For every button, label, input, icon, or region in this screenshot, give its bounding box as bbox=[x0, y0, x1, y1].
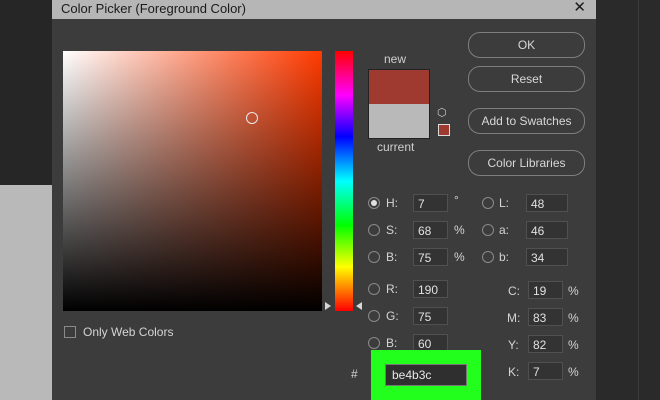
lightness-input[interactable]: 48 bbox=[526, 194, 568, 212]
hex-input[interactable]: be4b3c bbox=[385, 364, 467, 386]
color-field-marker[interactable] bbox=[246, 112, 258, 124]
lab-a-radio[interactable] bbox=[482, 224, 494, 236]
black-unit: % bbox=[568, 365, 579, 379]
lab-b-input[interactable]: 34 bbox=[526, 248, 568, 266]
background-canvas bbox=[0, 185, 52, 400]
green-label: G: bbox=[386, 309, 399, 323]
ok-button[interactable]: OK bbox=[468, 32, 585, 58]
saturation-unit: % bbox=[454, 223, 465, 237]
background-panel-right bbox=[596, 0, 660, 400]
lab-a-label: a: bbox=[499, 223, 510, 237]
saturation-input[interactable]: 68 bbox=[413, 221, 448, 239]
gamut-swatch[interactable] bbox=[438, 124, 450, 136]
new-color-swatch bbox=[369, 70, 429, 104]
blue-radio[interactable] bbox=[368, 337, 380, 349]
hue-slider-handle-left[interactable] bbox=[325, 302, 331, 310]
yellow-input[interactable]: 82 bbox=[528, 335, 563, 353]
close-icon[interactable]: ✕ bbox=[573, 0, 586, 16]
brightness-label: B: bbox=[386, 250, 398, 264]
color-preview bbox=[368, 69, 430, 139]
blue-label: B: bbox=[386, 336, 398, 350]
green-radio[interactable] bbox=[368, 310, 380, 322]
background-panel-dark bbox=[0, 0, 52, 185]
current-color-swatch[interactable] bbox=[369, 104, 429, 138]
only-web-colors-option[interactable]: Only Web Colors bbox=[64, 325, 173, 339]
color-libraries-button[interactable]: Color Libraries bbox=[468, 150, 585, 176]
yellow-label: Y: bbox=[508, 338, 519, 352]
red-radio[interactable] bbox=[368, 283, 380, 295]
magenta-unit: % bbox=[568, 311, 579, 325]
hue-input[interactable]: 7 bbox=[413, 194, 448, 212]
lab-a-input[interactable]: 46 bbox=[526, 221, 568, 239]
hue-unit: ° bbox=[454, 193, 459, 207]
hue-label: H: bbox=[386, 196, 398, 210]
yellow-unit: % bbox=[568, 338, 579, 352]
brightness-unit: % bbox=[454, 250, 465, 264]
saturation-label: S: bbox=[386, 223, 398, 237]
cyan-input[interactable]: 19 bbox=[528, 281, 563, 299]
brightness-radio[interactable] bbox=[368, 251, 380, 263]
magenta-label: M: bbox=[507, 311, 521, 325]
add-to-swatches-button[interactable]: Add to Swatches bbox=[468, 108, 585, 134]
hex-hash-label: # bbox=[351, 367, 358, 381]
color-field[interactable] bbox=[63, 51, 322, 311]
hue-radio[interactable] bbox=[368, 197, 380, 209]
cyan-label: C: bbox=[508, 284, 520, 298]
saturation-radio[interactable] bbox=[368, 224, 380, 236]
red-input[interactable]: 190 bbox=[413, 280, 448, 298]
lightness-label: L: bbox=[499, 196, 510, 210]
lab-b-label: b: bbox=[499, 250, 510, 264]
lab-b-radio[interactable] bbox=[482, 251, 494, 263]
new-color-label: new bbox=[384, 52, 407, 66]
title-bar: Color Picker (Foreground Color) ✕ bbox=[52, 0, 596, 19]
brightness-input[interactable]: 75 bbox=[413, 248, 448, 266]
red-label: R: bbox=[386, 282, 398, 296]
only-web-colors-label: Only Web Colors bbox=[83, 325, 174, 339]
magenta-input[interactable]: 83 bbox=[528, 308, 563, 326]
only-web-colors-checkbox[interactable] bbox=[64, 326, 76, 338]
dialog-title: Color Picker (Foreground Color) bbox=[61, 1, 246, 16]
hue-slider-handle-right[interactable] bbox=[356, 302, 362, 310]
out-of-gamut-cube-icon[interactable]: ⬡ bbox=[437, 106, 447, 119]
panel-divider bbox=[638, 0, 639, 400]
green-input[interactable]: 75 bbox=[413, 307, 448, 325]
lightness-radio[interactable] bbox=[482, 197, 494, 209]
reset-button[interactable]: Reset bbox=[468, 66, 585, 92]
hue-slider[interactable] bbox=[335, 51, 353, 311]
black-input[interactable]: 7 bbox=[528, 362, 563, 380]
color-picker-dialog: Color Picker (Foreground Color) ✕ Only W… bbox=[52, 0, 596, 400]
black-label: K: bbox=[508, 365, 520, 379]
current-color-label: current bbox=[377, 140, 415, 154]
cyan-unit: % bbox=[568, 284, 579, 298]
